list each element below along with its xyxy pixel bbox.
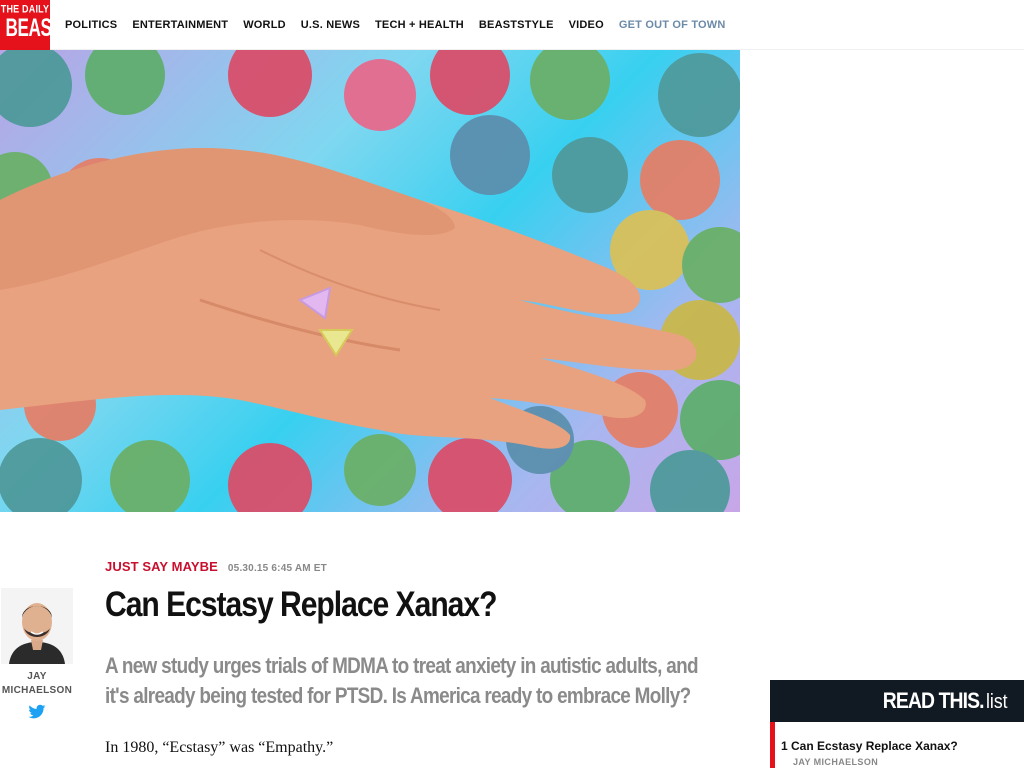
article-date: 05.30.15 6:45 AM ET (227, 563, 327, 574)
nav-item-entertainment[interactable]: ENTERTAINMENT (132, 19, 228, 31)
read-this-title: READ THIS. (882, 688, 985, 713)
hero-image[interactable] (0, 50, 740, 512)
read-this-list: READ THIS. list 1 Can Ecstasy Replace Xan… (770, 680, 1024, 768)
hero-illustration (0, 50, 740, 512)
nav-item-world[interactable]: WORLD (243, 19, 286, 31)
author-name[interactable]: JAY MICHAELSON (0, 670, 74, 698)
twitter-icon[interactable] (28, 704, 46, 720)
read-this-item-number: 1 (781, 739, 788, 753)
author-block: JAY MICHAELSON (0, 588, 74, 720)
article-dek: A new study urges trials of MDMA to trea… (105, 653, 698, 708)
top-navigation-bar: THE DAILY BEAST POLITICS ENTERTAINMENT W… (0, 0, 1024, 50)
read-this-item[interactable]: 1 Can Ecstasy Replace Xanax? JAY MICHAEL… (770, 722, 1024, 768)
author-avatar[interactable] (1, 588, 73, 664)
article-headline: Can Ecstasy Replace Xanax? (105, 585, 497, 624)
nav-item-video[interactable]: VIDEO (569, 19, 604, 31)
article-category-link[interactable]: JUST SAY MAYBE (105, 559, 218, 574)
site-logo[interactable]: THE DAILY BEAST (0, 0, 50, 50)
article-kicker: JUST SAY MAYBE 05.30.15 6:45 AM ET (105, 559, 327, 574)
nav-item-beaststyle[interactable]: BEASTSTYLE (479, 19, 554, 31)
logo-line-2: BEAST (5, 13, 51, 42)
read-this-header: READ THIS. list (770, 680, 1024, 722)
read-this-item-byline[interactable]: JAY MICHAELSON (793, 757, 878, 767)
read-this-subtitle: list (985, 691, 1008, 713)
nav-item-politics[interactable]: POLITICS (65, 19, 117, 31)
nav-item-us-news[interactable]: U.S. NEWS (301, 19, 360, 31)
read-this-item-title[interactable]: Can Ecstasy Replace Xanax? (791, 739, 958, 753)
nav-item-tech-health[interactable]: TECH + HEALTH (375, 19, 464, 31)
article-first-paragraph: In 1980, “Ecstasy” was “Empathy.” (105, 739, 334, 756)
nav-item-get-out-of-town[interactable]: GET OUT OF TOWN (619, 19, 726, 31)
section-nav: POLITICS ENTERTAINMENT WORLD U.S. NEWS T… (65, 0, 741, 50)
